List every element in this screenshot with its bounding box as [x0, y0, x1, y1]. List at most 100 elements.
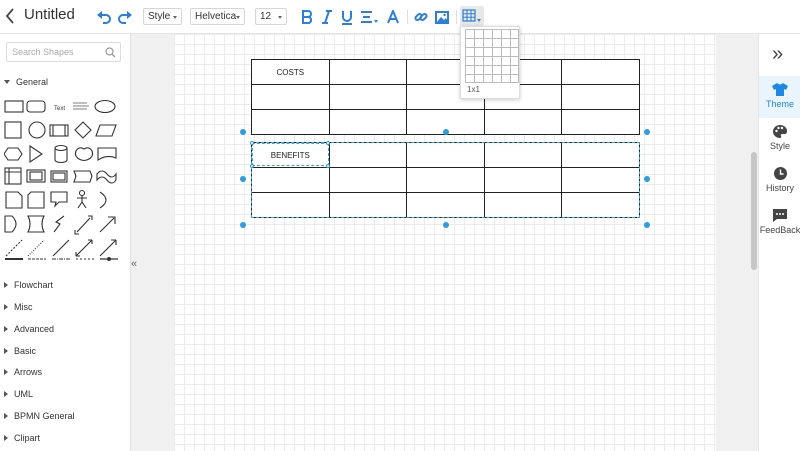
- italic-icon[interactable]: [320, 8, 334, 26]
- double-rect-shape-icon: [26, 169, 46, 183]
- benefits-table[interactable]: BENEFITS: [251, 142, 640, 218]
- category-bpmn-general[interactable]: BPMN General: [4, 411, 75, 421]
- table-cell[interactable]: [251, 109, 330, 135]
- table-icon[interactable]: [460, 6, 484, 26]
- table-cell[interactable]: [328, 192, 408, 218]
- table-cell[interactable]: [406, 192, 485, 218]
- ellipse-shape-icon: [94, 99, 116, 114]
- collapse-panel-icon[interactable]: «: [131, 258, 141, 270]
- resize-handle[interactable]: [644, 176, 650, 182]
- table-size-label: 1x1: [467, 85, 480, 94]
- redo-icon[interactable]: [116, 8, 134, 26]
- tab-style[interactable]: Style: [759, 118, 800, 160]
- cell-resize-handle[interactable]: [250, 141, 254, 145]
- clock-icon: [773, 167, 787, 180]
- back-icon[interactable]: [4, 6, 18, 26]
- expand-arrow-icon: [4, 80, 10, 84]
- table-cell[interactable]: [251, 192, 330, 218]
- resize-handle[interactable]: [644, 129, 650, 135]
- table-cell[interactable]: [328, 109, 408, 135]
- resize-handle[interactable]: [240, 176, 246, 182]
- table-cell[interactable]: [328, 142, 408, 168]
- collapsed-arrow-icon: [4, 348, 8, 354]
- category-basic[interactable]: Basic: [4, 346, 36, 356]
- card-corner-shape-icon: [5, 191, 23, 209]
- lightning-shape-icon: [53, 215, 65, 233]
- link-icon[interactable]: [413, 8, 429, 26]
- table-cell[interactable]: [406, 142, 485, 168]
- resize-handle[interactable]: [240, 129, 246, 135]
- table-cell[interactable]: [561, 59, 640, 85]
- table-cell[interactable]: [328, 84, 408, 110]
- table-cell[interactable]: [561, 142, 640, 168]
- cylinder-shape-icon: [54, 144, 68, 164]
- search-input[interactable]: Search Shapes: [6, 42, 121, 62]
- underline-icon[interactable]: [340, 8, 354, 26]
- costs-table[interactable]: COSTS: [251, 59, 640, 135]
- document-title[interactable]: Untitled: [24, 6, 75, 23]
- style-select[interactable]: Style: [143, 8, 182, 25]
- category-misc[interactable]: Misc: [4, 302, 33, 312]
- table-cell[interactable]: [406, 167, 485, 193]
- connector-styles-row[interactable]: [4, 254, 120, 264]
- table-cell[interactable]: [328, 59, 408, 85]
- collapsed-arrow-icon: [4, 304, 8, 310]
- cell-resize-handle[interactable]: [250, 164, 254, 168]
- bold-icon[interactable]: [300, 8, 314, 26]
- vertical-scrollbar[interactable]: [751, 152, 757, 270]
- expand-panel-icon[interactable]: »: [772, 42, 783, 66]
- table-size-picker[interactable]: 1x1: [460, 26, 520, 99]
- category-uml[interactable]: UML: [4, 389, 33, 399]
- font-family-value: Helvetica: [195, 11, 237, 22]
- top-toolbar: Untitled Style Helvetica 12: [0, 0, 800, 34]
- cell-resize-handle[interactable]: [326, 141, 330, 145]
- category-label: Advanced: [14, 324, 55, 334]
- chevron-down-icon: [278, 16, 282, 19]
- tab-theme[interactable]: Theme: [759, 76, 800, 118]
- table-cell[interactable]: COSTS: [251, 59, 330, 85]
- right-sidebar: » Theme Style History FeedBack: [758, 34, 800, 451]
- table-row: [251, 84, 640, 110]
- table-cell[interactable]: [483, 142, 563, 168]
- category-flowchart[interactable]: Flowchart: [4, 280, 53, 290]
- resize-handle[interactable]: [644, 222, 650, 228]
- table-cell[interactable]: [561, 167, 640, 193]
- table-cell[interactable]: [251, 167, 330, 193]
- table-cell[interactable]: [483, 167, 563, 193]
- table-cell[interactable]: [328, 167, 408, 193]
- undo-icon[interactable]: [95, 8, 113, 26]
- image-icon[interactable]: [434, 8, 450, 26]
- font-size-select[interactable]: 12: [255, 8, 287, 25]
- tab-history[interactable]: History: [759, 160, 800, 202]
- resize-handle[interactable]: [443, 129, 449, 135]
- table-cell[interactable]: BENEFITS: [251, 142, 330, 168]
- font-family-select[interactable]: Helvetica: [190, 8, 245, 25]
- font-color-icon[interactable]: [385, 8, 401, 26]
- triangle-shape-icon: [29, 144, 43, 164]
- search-placeholder: Search Shapes: [12, 47, 74, 57]
- category-advanced[interactable]: Advanced: [4, 324, 54, 334]
- table-size-grid[interactable]: [465, 29, 519, 83]
- general-shapes-grid[interactable]: Text: [4, 96, 120, 266]
- table-cell[interactable]: [561, 109, 640, 135]
- cell-resize-handle[interactable]: [326, 164, 330, 168]
- category-clipart[interactable]: Clipart: [4, 433, 40, 443]
- resize-handle[interactable]: [443, 222, 449, 228]
- double-arrow-shape-icon: [74, 215, 93, 235]
- chevron-down-icon: [173, 16, 177, 19]
- table-cell[interactable]: [561, 192, 640, 218]
- category-label: Misc: [14, 302, 33, 312]
- category-label: Basic: [14, 346, 37, 356]
- hexagon-shape-icon: [4, 147, 23, 161]
- align-icon[interactable]: [360, 8, 378, 26]
- tab-feedback[interactable]: FeedBack: [759, 202, 800, 244]
- category-label: UML: [14, 389, 34, 399]
- table-cell[interactable]: [561, 84, 640, 110]
- category-arrows[interactable]: Arrows: [4, 367, 42, 377]
- toolbar-divider: [456, 10, 457, 24]
- table-cell[interactable]: [251, 84, 330, 110]
- table-cell[interactable]: [483, 109, 563, 135]
- category-general[interactable]: General: [4, 77, 48, 87]
- table-cell[interactable]: [483, 192, 563, 218]
- resize-handle[interactable]: [240, 222, 246, 228]
